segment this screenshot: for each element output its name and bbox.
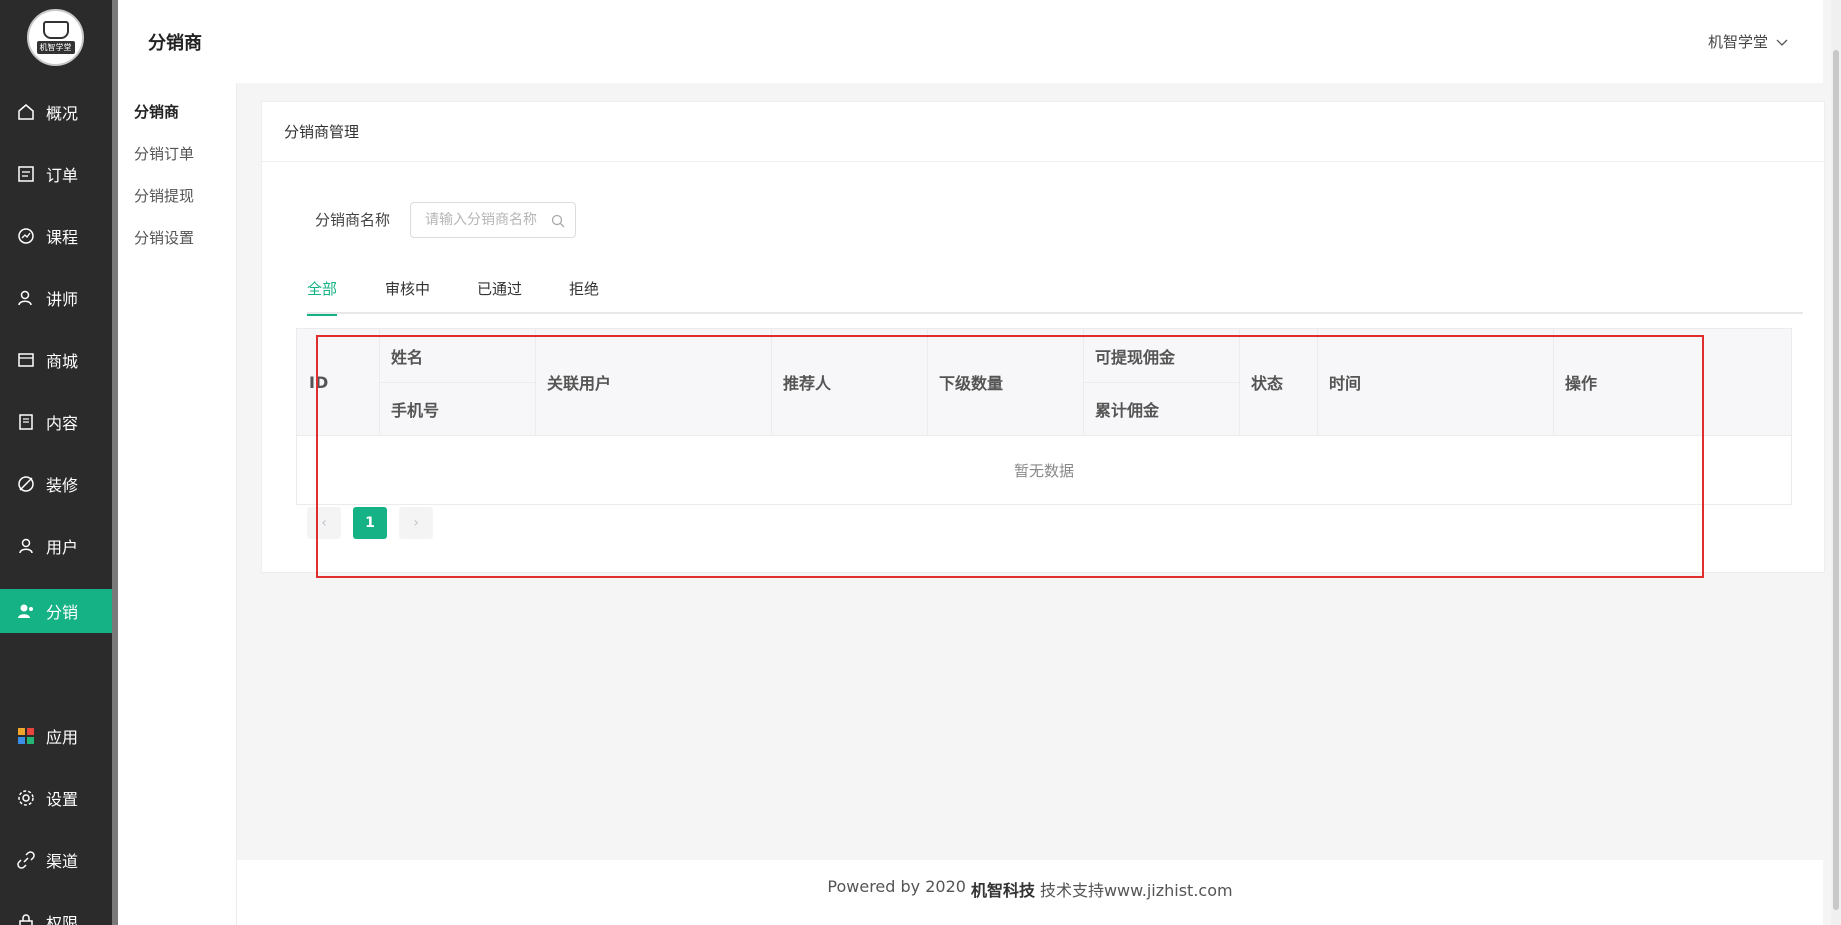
table-divider xyxy=(1553,329,1554,435)
logo-text: 机智学堂 xyxy=(36,41,75,54)
sidebar-item-label: 权限 xyxy=(46,914,79,925)
sidebar-item-label: 用户 xyxy=(46,538,79,557)
status-tabs: 全部 审核中 已通过 拒绝 xyxy=(307,278,1803,316)
col-name: 姓名 xyxy=(391,347,424,367)
sidebar-item-apps[interactable]: 应用 xyxy=(0,714,112,758)
sidebar-item-label: 概况 xyxy=(46,104,79,123)
empty-state: 暂无数据 xyxy=(297,435,1791,504)
user-icon xyxy=(16,536,36,556)
sidebar-item-label: 应用 xyxy=(46,728,79,747)
next-page-button[interactable]: › xyxy=(399,507,433,539)
sidebar-item-label: 设置 xyxy=(46,790,79,809)
col-sub-count: 下级数量 xyxy=(939,374,1004,393)
sub-menu: 分销商 分销订单 分销提现 分销设置 xyxy=(118,83,237,925)
table-divider xyxy=(379,382,535,383)
teacher-icon xyxy=(16,288,36,308)
submenu-item-withdrawals[interactable]: 分销提现 xyxy=(134,185,194,206)
sidebar-item-label: 讲师 xyxy=(46,290,79,309)
footer-support: 技术支持www.jizhist.com xyxy=(1039,881,1233,900)
sidebar-item-label: 商城 xyxy=(46,352,79,371)
col-referrer: 推荐人 xyxy=(783,374,832,393)
page-title: 分销商 xyxy=(148,33,202,54)
table-divider xyxy=(771,329,772,435)
col-status: 状态 xyxy=(1251,374,1284,393)
shop-icon xyxy=(16,350,36,370)
sidebar-item-label: 课程 xyxy=(46,228,79,247)
submenu-item-distributors[interactable]: 分销商 xyxy=(134,101,179,122)
filter-label: 分销商名称 xyxy=(315,211,391,229)
distributor-card: 分销商管理 分销商名称 全部 审核中 已通过 拒绝 ID 姓名 手机号 关联用户… xyxy=(261,101,1825,573)
sidebar-item-shop[interactable]: 商城 xyxy=(0,338,112,382)
col-withdrawable: 可提现佣金 xyxy=(1095,347,1176,367)
user-name: 机智学堂 xyxy=(1707,33,1768,51)
tab-all[interactable]: 全部 xyxy=(307,278,338,316)
distribution-icon xyxy=(16,601,36,621)
sidebar-item-orders[interactable]: 订单 xyxy=(0,152,112,196)
col-action: 操作 xyxy=(1565,374,1598,393)
home-icon xyxy=(16,102,36,122)
main-sidebar: 机智学堂 概况 订单 课程 讲师 商城 内容 装修 用户 分销 应用 设置 渠道… xyxy=(0,0,112,925)
top-header: 分销商 机智学堂 xyxy=(118,0,1823,83)
sidebar-item-label: 分销 xyxy=(46,603,79,622)
sidebar-item-users[interactable]: 用户 xyxy=(0,524,112,568)
table-divider xyxy=(1317,329,1318,435)
table-header: ID 姓名 手机号 关联用户 推荐人 下级数量 可提现佣金 累计佣金 状态 时间… xyxy=(297,329,1791,435)
footer: Powered by 2020 机智科技 技术支持www.jizhist.com xyxy=(237,860,1823,925)
apps-icon xyxy=(16,726,36,746)
distributor-table: ID 姓名 手机号 关联用户 推荐人 下级数量 可提现佣金 累计佣金 状态 时间… xyxy=(296,328,1792,505)
permission-icon xyxy=(16,912,36,925)
order-icon xyxy=(16,164,36,184)
sidebar-item-content[interactable]: 内容 xyxy=(0,400,112,444)
col-linked-user: 关联用户 xyxy=(547,374,612,393)
sidebar-item-channels[interactable]: 渠道 xyxy=(0,838,112,882)
logo[interactable]: 机智学堂 xyxy=(27,9,84,66)
table-divider xyxy=(1083,382,1239,383)
search-input[interactable] xyxy=(425,212,543,228)
submenu-item-orders[interactable]: 分销订单 xyxy=(134,143,194,164)
gear-icon xyxy=(16,788,36,808)
sidebar-item-label: 订单 xyxy=(46,166,79,185)
sidebar-item-label: 渠道 xyxy=(46,852,79,871)
chevron-down-icon xyxy=(1776,33,1788,51)
footer-prefix: Powered by 2020 xyxy=(827,877,966,896)
user-menu[interactable]: 机智学堂 xyxy=(1708,31,1788,52)
table-divider xyxy=(535,329,536,435)
sidebar-item-permissions[interactable]: 权限 xyxy=(0,900,112,925)
sidebar-item-label: 内容 xyxy=(46,414,79,433)
table-divider xyxy=(1239,329,1240,435)
tab-pending[interactable]: 审核中 xyxy=(385,278,430,314)
page-scrollbar[interactable] xyxy=(1831,0,1841,925)
decorate-icon xyxy=(16,474,36,494)
content-icon xyxy=(16,412,36,432)
sidebar-item-settings[interactable]: 设置 xyxy=(0,776,112,820)
search-box[interactable] xyxy=(410,202,576,238)
sidebar-item-label: 装修 xyxy=(46,476,79,495)
col-phone: 手机号 xyxy=(391,400,440,420)
scrollbar-thumb[interactable] xyxy=(1833,50,1839,910)
logo-crest-icon xyxy=(42,21,69,39)
sidebar-item-overview[interactable]: 概况 xyxy=(0,90,112,134)
table-divider xyxy=(927,329,928,435)
search-icon[interactable] xyxy=(551,213,565,232)
prev-page-button[interactable]: ‹ xyxy=(307,507,341,539)
col-total-commission: 累计佣金 xyxy=(1095,400,1160,420)
sidebar-item-decorate[interactable]: 装修 xyxy=(0,462,112,506)
course-icon xyxy=(16,226,36,246)
submenu-item-settings[interactable]: 分销设置 xyxy=(134,227,194,248)
card-title: 分销商管理 xyxy=(262,102,1824,162)
sidebar-item-distribution[interactable]: 分销 xyxy=(0,589,112,633)
sidebar-item-courses[interactable]: 课程 xyxy=(0,214,112,258)
sidebar-item-teachers[interactable]: 讲师 xyxy=(0,276,112,320)
col-id: ID xyxy=(309,372,329,392)
page-1-button[interactable]: 1 xyxy=(353,507,387,539)
col-time: 时间 xyxy=(1329,374,1362,393)
link-icon xyxy=(16,850,36,870)
footer-brand: 机智科技 xyxy=(970,881,1035,900)
tab-approved[interactable]: 已通过 xyxy=(477,278,522,314)
tab-rejected[interactable]: 拒绝 xyxy=(569,278,599,314)
